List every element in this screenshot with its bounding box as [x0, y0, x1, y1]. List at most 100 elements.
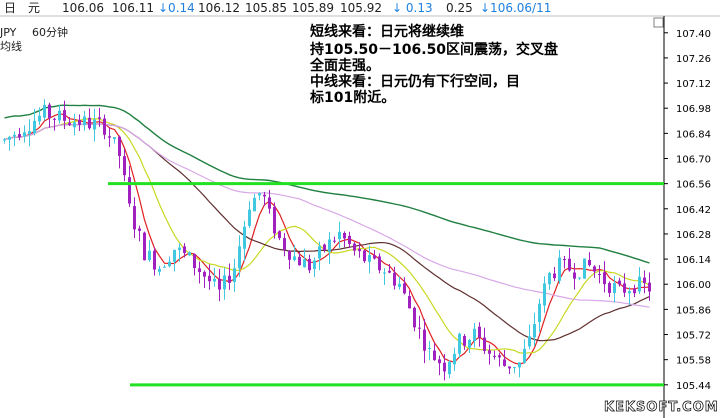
candle-bear: [388, 270, 391, 273]
candle-bear: [218, 278, 221, 290]
candle-bear: [393, 272, 396, 286]
candle-bull: [173, 249, 176, 262]
candle-bear: [563, 259, 566, 261]
candle-bull: [578, 277, 581, 279]
candle-bull: [318, 246, 321, 259]
candle-bull: [8, 136, 11, 140]
candle-bull: [223, 275, 226, 290]
candle-bear: [153, 250, 156, 270]
candle-bull: [558, 257, 561, 281]
candle-bull: [233, 268, 236, 283]
annotation-line-4: 中线来看：日元仍有下行空间，目: [310, 73, 520, 90]
candle-bear: [88, 117, 91, 129]
candle-bear: [498, 355, 501, 358]
candle-bull: [383, 272, 386, 274]
candle-bull: [13, 134, 16, 137]
watermark: KEKSOFT.COM: [604, 400, 719, 415]
candle-bear: [603, 272, 606, 285]
header-currency: 元: [28, 1, 40, 15]
candle-bear: [128, 177, 131, 204]
candle-bull: [548, 272, 551, 285]
candle-bull: [468, 340, 471, 348]
candle-bull: [178, 247, 181, 251]
candle-bull: [33, 120, 36, 134]
candle-bear: [133, 206, 136, 230]
header-high: 106.11: [112, 1, 154, 15]
candle-bull: [3, 139, 6, 141]
candle-bull: [338, 231, 341, 240]
candle-bull: [538, 303, 541, 323]
candle-bear: [618, 280, 621, 285]
candle-bear: [378, 256, 381, 271]
candle-bear: [143, 232, 146, 261]
header-val6: 105.92: [340, 1, 382, 15]
candle-bear: [278, 231, 281, 239]
candle-bear: [478, 326, 481, 338]
candle-bear: [103, 118, 106, 135]
candle-bull: [448, 361, 451, 375]
candle-bear: [433, 350, 436, 361]
candle-bear: [183, 246, 186, 253]
candle-bear: [408, 296, 411, 309]
candle-bull: [243, 226, 246, 249]
candle-bear: [463, 336, 466, 346]
candle-bull: [28, 131, 31, 135]
candle-bear: [343, 233, 346, 239]
candle-bull: [73, 122, 76, 128]
candle-bull: [543, 283, 546, 306]
legend-symbol: JPY: [0, 26, 17, 39]
candle-bull: [638, 276, 641, 292]
candle-bear: [573, 272, 576, 279]
header-close: 105.85: [245, 1, 287, 15]
candle-bull: [258, 193, 261, 196]
candle-bear: [373, 255, 376, 259]
header-change2: ↓ 0.13: [392, 1, 433, 15]
candle-bear: [593, 266, 596, 272]
candle-bull: [528, 336, 531, 347]
legend-timeframe: 60分钟: [32, 25, 68, 39]
y-tick-label: 106.00: [676, 280, 711, 291]
candle-bull: [328, 239, 331, 252]
candle-bear: [643, 277, 646, 283]
candle-bear: [208, 275, 211, 282]
chart-resize-handle[interactable]: [653, 17, 664, 28]
candle-bear: [63, 110, 66, 121]
y-tick-label: 105.44: [676, 381, 711, 392]
candle-bear: [108, 136, 111, 138]
candle-bull: [313, 260, 316, 269]
candle-bull: [158, 268, 161, 272]
candle-bull: [453, 353, 456, 365]
candle-bear: [633, 288, 636, 294]
candle-bull: [163, 266, 166, 268]
candle-bear: [358, 248, 361, 252]
candle-bull: [238, 246, 241, 269]
y-tick-label: 107.26: [676, 54, 711, 65]
header-row: 日 元 106.06 106.11 ↓0.14 106.12 105.85 10…: [4, 1, 551, 15]
candle-bear: [413, 307, 416, 328]
candle-bull: [213, 278, 216, 282]
candle-bear: [268, 197, 271, 209]
price-chart: 日 元 106.06 106.11 ↓0.14 106.12 105.85 10…: [0, 0, 720, 418]
y-tick-label: 105.72: [676, 331, 711, 342]
candle-bull: [583, 258, 586, 279]
candle-bear: [598, 274, 601, 276]
candle-bear: [353, 243, 356, 251]
candle-bull: [248, 209, 251, 226]
candle-bull: [458, 333, 461, 354]
y-tick-label: 107.12: [676, 79, 711, 90]
header-val5: 105.89: [292, 1, 334, 15]
candle-bear: [363, 250, 366, 262]
candle-bear: [483, 337, 486, 351]
candle-bear: [568, 258, 571, 271]
candle-bull: [253, 197, 256, 212]
y-tick-label: 105.58: [676, 356, 711, 367]
candle-bull: [628, 291, 631, 294]
candle-bear: [48, 104, 51, 118]
header-date: ↓106.06/11: [480, 1, 551, 15]
candle-bear: [488, 350, 491, 354]
candle-bear: [323, 244, 326, 250]
annotation-line-3: 全面走强。: [309, 57, 380, 74]
candle-bull: [368, 255, 371, 262]
candle-bear: [228, 275, 231, 283]
candle-bull: [513, 367, 516, 369]
